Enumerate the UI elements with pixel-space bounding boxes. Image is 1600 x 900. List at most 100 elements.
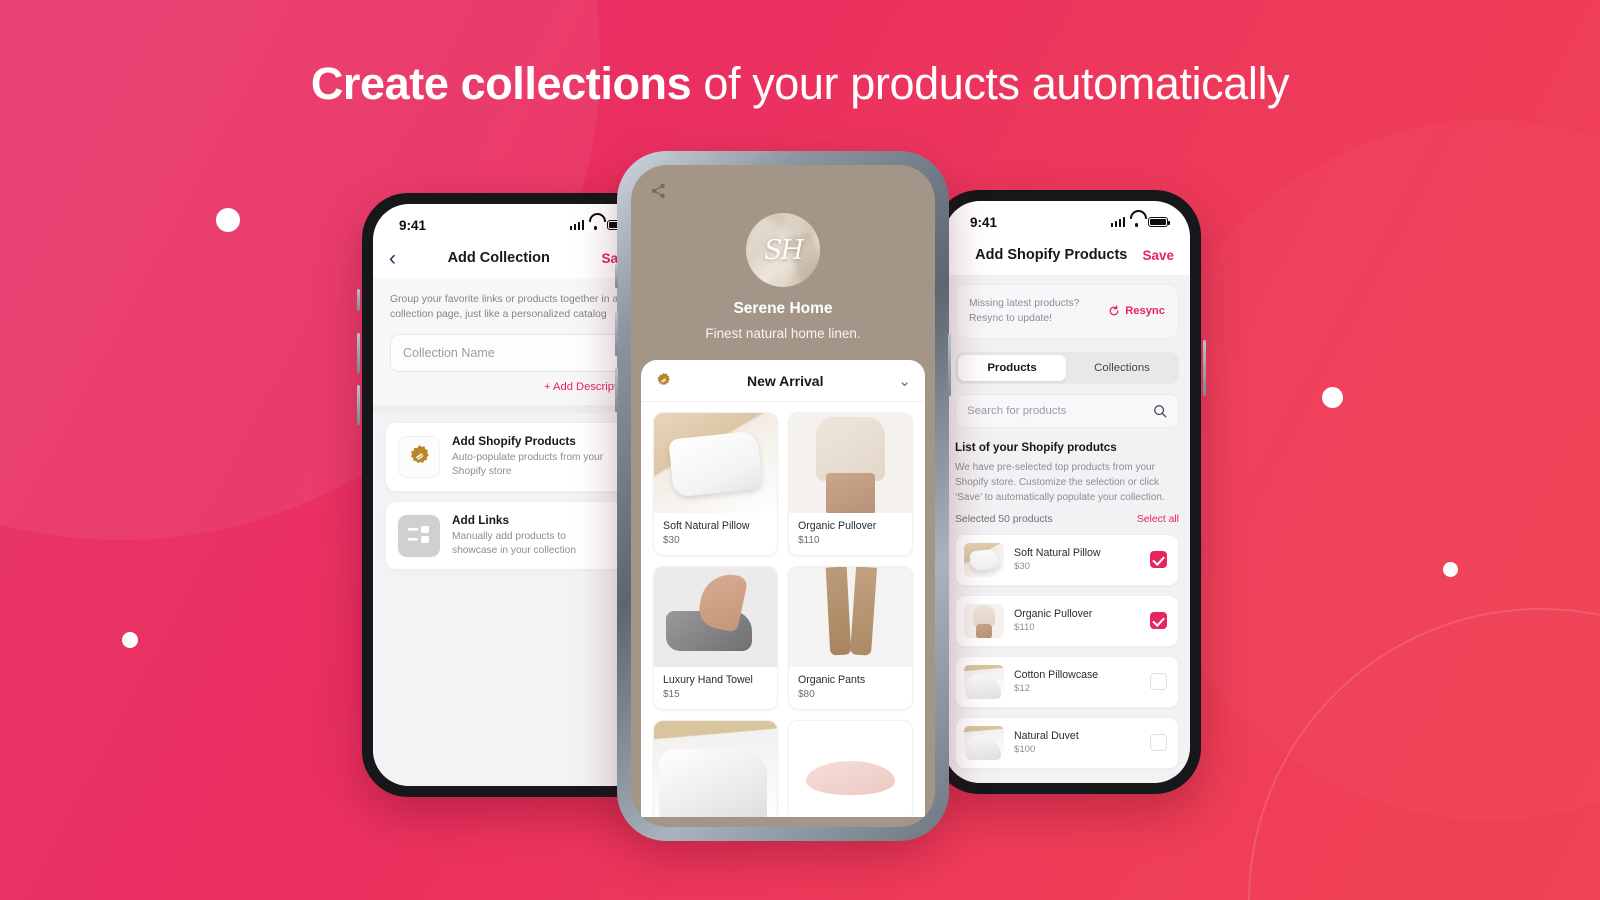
resync-button-label: Resync <box>1125 305 1165 318</box>
product-meta: Luxury Hand Towel $15 <box>654 667 777 709</box>
product-card[interactable]: Luxury Hand Towel $15 <box>653 566 778 710</box>
product-thumbnail <box>964 603 1004 638</box>
shopify-bag-icon <box>657 372 670 386</box>
share-icon[interactable] <box>651 183 666 199</box>
battery-icon <box>1148 217 1171 227</box>
phone-volume-up-button[interactable] <box>615 312 618 356</box>
chevron-left-icon[interactable]: ‹ <box>389 248 396 269</box>
option-row-add-links[interactable]: Add Links Manually add products to showc… <box>385 500 637 571</box>
product-list-title: List of your Shopify produtcs <box>955 440 1117 454</box>
decorative-dot-1 <box>216 208 240 232</box>
phone-side-button[interactable] <box>615 264 618 288</box>
search-input[interactable]: Search for products <box>955 393 1179 428</box>
wifi-icon <box>1130 217 1143 227</box>
product-checkbox-unchecked[interactable] <box>1150 734 1167 752</box>
product-name: Organic Pants <box>798 674 866 686</box>
search-placeholder: Search for products <box>967 404 1067 417</box>
product-image <box>654 721 777 817</box>
tab-bar: Products Collections <box>955 351 1179 384</box>
option-row-add-shopify-products[interactable]: Add Shopify Products Auto-populate produ… <box>385 422 637 492</box>
product-text-group: Soft Natural Pillow $30 <box>1014 547 1140 572</box>
product-row[interactable]: Organic Pullover $110 <box>955 594 1179 647</box>
resync-message: Missing latest products? Resync to updat… <box>969 298 1080 325</box>
product-price: $110 <box>798 535 820 546</box>
collection-panel-header[interactable]: New Arrival ⌄ <box>641 360 925 402</box>
status-bar: 9:41 <box>944 201 1190 235</box>
status-bar: 9:41 <box>373 204 649 238</box>
avatar-monogram: SH <box>763 234 804 266</box>
product-card[interactable]: Organic Pants $80 <box>788 566 913 710</box>
page-headline: Create collections of your products auto… <box>0 58 1600 110</box>
phone-mockup-store-preview: SH Serene Home Finest natural home linen… <box>615 151 951 841</box>
phone-volume-down-button[interactable] <box>357 385 360 425</box>
product-image <box>789 721 912 817</box>
phone-volume-down-button[interactable] <box>615 368 618 412</box>
product-name: Cotton Pillowcase <box>1014 669 1099 682</box>
tab-collections[interactable]: Collections <box>1068 355 1176 381</box>
status-time: 9:41 <box>399 217 427 233</box>
add-description-button[interactable]: + Add Description <box>390 381 632 393</box>
links-list-glyph <box>408 525 429 543</box>
product-meta: Organic Pullover $110 <box>789 513 912 555</box>
store-name: Serene Home <box>733 300 833 317</box>
product-grid: Soft Natural Pillow $30 Organic Pullover… <box>641 402 925 817</box>
product-thumbnail <box>964 725 1004 760</box>
tab-products[interactable]: Products <box>958 354 1066 381</box>
product-checkbox-checked[interactable] <box>1150 612 1167 630</box>
option-title: Add Links <box>452 512 510 527</box>
phone-power-button[interactable] <box>1203 340 1206 396</box>
product-card[interactable]: Soft Natural Pillow $30 <box>653 412 778 556</box>
product-text-group: Organic Pullover $110 <box>1014 608 1140 633</box>
product-name: Organic Pullover <box>1014 608 1093 621</box>
phone-mockup-add-shopify-products: 9:41 Add Shopify Products Save Missing l… <box>930 187 1206 797</box>
product-row[interactable]: Natural Duvet $100 <box>955 716 1179 769</box>
collection-name-placeholder: Collection Name <box>403 346 495 361</box>
product-card[interactable]: Organic Pullover $110 <box>788 412 913 556</box>
cellular-signal-icon <box>569 220 584 230</box>
screen-store-preview: SH Serene Home Finest natural home linen… <box>631 165 935 827</box>
option-text-group: Add Links Manually add products to showc… <box>452 513 607 559</box>
shopify-bag-icon <box>398 435 440 478</box>
decorative-dot-4 <box>1443 562 1458 577</box>
shopify-bag-glyph <box>410 445 429 464</box>
product-list-description: We have pre-selected top products from y… <box>955 461 1165 503</box>
product-name: Natural Duvet <box>1014 730 1079 743</box>
collection-title: New Arrival <box>746 372 824 389</box>
collection-name-input[interactable]: Collection Name <box>390 334 632 373</box>
product-row[interactable]: Soft Natural Pillow $30 <box>955 533 1179 586</box>
headline-strong: Create collections <box>310 58 692 109</box>
chevron-down-icon[interactable]: ⌄ <box>898 372 911 390</box>
select-all-button[interactable]: Select all <box>1137 514 1179 525</box>
wifi-icon <box>589 220 602 230</box>
product-name: Soft Natural Pillow <box>663 520 750 532</box>
avatar: SH <box>746 213 820 287</box>
product-text-group: Cotton Pillowcase $12 <box>1014 669 1140 694</box>
product-card[interactable] <box>788 720 913 817</box>
headline-light: of your products automatically <box>691 58 1290 109</box>
save-button[interactable]: Save <box>1142 248 1174 263</box>
product-row[interactable]: Cotton Pillowcase $12 <box>955 655 1179 708</box>
product-name: Luxury Hand Towel <box>663 674 753 686</box>
resync-button[interactable]: Resync <box>1108 305 1165 317</box>
product-image <box>654 413 777 513</box>
product-text-group: Natural Duvet $100 <box>1014 730 1140 755</box>
phone-power-button[interactable] <box>948 334 951 396</box>
product-checkbox-unchecked[interactable] <box>1150 673 1167 691</box>
phone-volume-up-button[interactable] <box>357 333 360 373</box>
phone-side-button[interactable] <box>357 289 360 311</box>
product-thumbnail <box>964 664 1004 699</box>
collection-panel: New Arrival ⌄ Soft Natural Pillow $30 Or… <box>641 360 925 817</box>
product-checkbox-checked[interactable] <box>1150 551 1167 569</box>
add-collection-body: Group your favorite links or products to… <box>373 278 649 786</box>
refresh-icon <box>1109 305 1119 316</box>
product-price: $12 <box>1014 683 1031 695</box>
product-name: Soft Natural Pillow <box>1014 547 1101 560</box>
status-icon-group <box>1110 217 1171 227</box>
product-card[interactable] <box>653 720 778 817</box>
option-text-group: Add Shopify Products Auto-populate produ… <box>452 434 607 480</box>
decorative-dot-3 <box>1322 387 1343 408</box>
product-name: Organic Pullover <box>798 520 877 532</box>
product-image <box>789 413 912 513</box>
page-title: Add Shopify Products <box>975 247 1128 263</box>
decorative-dot-2 <box>122 632 138 648</box>
